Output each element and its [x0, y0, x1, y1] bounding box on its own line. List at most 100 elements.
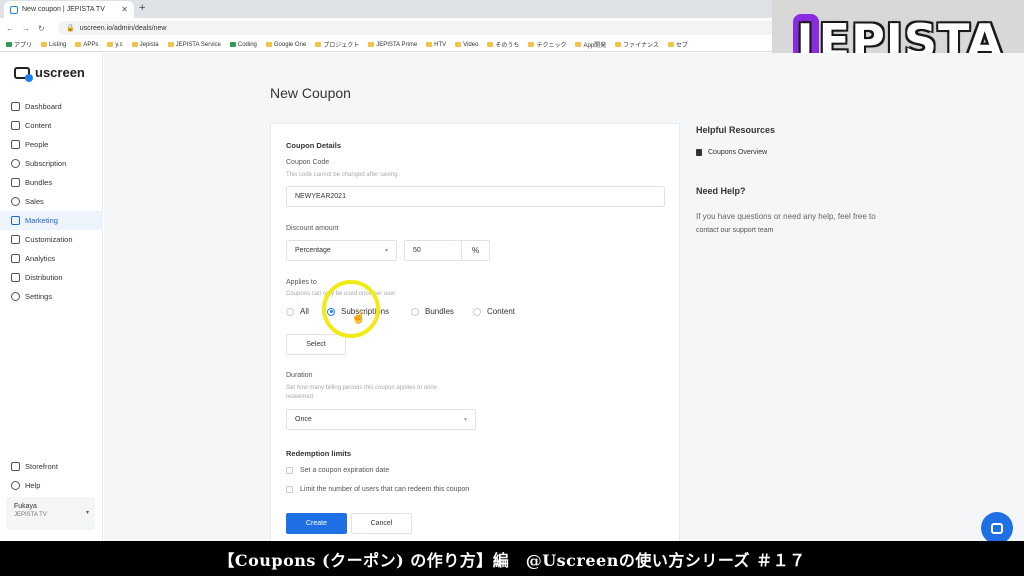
user-name: Fukaya	[14, 503, 37, 510]
new-tab-icon[interactable]: +	[139, 2, 145, 14]
sidebar-item-people[interactable]: People	[0, 135, 103, 154]
sidebar-item-dashboard[interactable]: Dashboard	[0, 97, 103, 116]
bookmark-apps-folder[interactable]: APPs	[75, 42, 98, 48]
sidebar-item-content[interactable]: Content	[0, 116, 103, 135]
sidebar-item-customization[interactable]: Customization	[0, 230, 103, 249]
bookmark-jepista-prime[interactable]: JEPISTA Prime	[368, 42, 417, 48]
folder-icon	[667, 42, 674, 47]
sidebar-item-help[interactable]: Help	[0, 476, 103, 495]
folder-icon	[11, 121, 20, 130]
sidebar-item-distribution[interactable]: Distribution	[0, 268, 103, 287]
chat-icon	[991, 522, 1003, 534]
folder-icon	[528, 42, 535, 47]
bookmark-project[interactable]: プロジェクト	[315, 40, 359, 49]
folder-icon	[455, 42, 462, 47]
folder-icon	[131, 42, 138, 47]
url-field[interactable]: 🔒 uscreen.io/admin/deals/new	[58, 21, 778, 35]
bookmark-technique[interactable]: テクニック	[528, 40, 566, 49]
folder-icon	[615, 42, 622, 47]
account-switcher[interactable]: Fukaya JEPISTA TV ▾	[6, 497, 95, 530]
video-caption: 【Coupons (クーポン) の作り方】編 @Uscreenの使い方シリーズ …	[0, 541, 1024, 576]
folder-icon	[75, 42, 82, 47]
sidebar-item-sales[interactable]: Sales	[0, 192, 103, 211]
coupon-code-input[interactable]: NEWYEAR2021	[286, 186, 665, 207]
coupon-details-title: Coupon Details	[286, 141, 342, 150]
duration-select[interactable]: Once ▾	[286, 409, 476, 430]
folder-icon	[575, 42, 582, 47]
sidebar: uscreen Dashboard Content People Subscri…	[0, 53, 103, 541]
bookmark-finance[interactable]: ファイナンス	[615, 40, 659, 49]
edit-icon	[11, 235, 20, 244]
folder-icon	[107, 42, 114, 47]
bookmark-apps[interactable]: アプリ	[6, 40, 32, 49]
sidebar-item-analytics[interactable]: Analytics	[0, 249, 103, 268]
chevron-down-icon: ▾	[85, 510, 89, 516]
applies-radio-all[interactable]: All	[286, 307, 309, 316]
bookmark-jepista-service[interactable]: JEPISTA Service	[167, 42, 221, 48]
refresh-icon	[11, 159, 20, 168]
bookmark-htv[interactable]: HTV	[426, 42, 446, 48]
tab-title: New coupon | JEPISTA TV	[22, 6, 105, 13]
sidebar-item-marketing[interactable]: Marketing	[0, 211, 103, 230]
sidebar-item-bundles[interactable]: Bundles	[0, 173, 103, 192]
discount-type-select[interactable]: Percentage ▾	[286, 240, 397, 261]
url-text: uscreen.io/admin/deals/new	[79, 24, 167, 32]
select-button[interactable]: Select	[286, 334, 346, 355]
helpful-resources-title: Helpful Resources	[696, 125, 776, 135]
folder-icon	[41, 42, 48, 47]
sidebar-item-subscription[interactable]: Subscription	[0, 154, 103, 173]
radio-button	[473, 307, 481, 316]
browser-tab[interactable]: New coupon | JEPISTA TV ✕	[4, 1, 134, 18]
bookmark-cebu[interactable]: セブ	[667, 40, 688, 49]
screen: New coupon | JEPISTA TV ✕ + ← → ↻ 🔒 uscr…	[0, 0, 1024, 576]
applies-radio-content[interactable]: Content	[473, 307, 515, 316]
bookmark-jepista[interactable]: Jepista	[131, 42, 159, 48]
duration-hint: Set how many billing periods this coupon…	[286, 385, 437, 391]
megaphone-icon	[11, 216, 20, 225]
code-icon	[229, 42, 236, 47]
bookmark-google-one[interactable]: Google One	[265, 42, 306, 48]
bookmark-coding[interactable]: Coding	[229, 42, 257, 48]
sidebar-nav: Dashboard Content People Subscription Bu…	[0, 97, 103, 306]
apps-icon	[6, 42, 12, 47]
bookmark-sonouchi[interactable]: そのうち	[487, 40, 519, 49]
support-link[interactable]: contact our support team	[696, 227, 773, 234]
sidebar-item-storefront[interactable]: Storefront	[0, 457, 103, 476]
bookmark-listing[interactable]: Listing	[41, 42, 66, 48]
folder-icon	[315, 42, 322, 47]
sidebar-bottom-nav: Storefront Help	[0, 457, 103, 495]
discount-value-input[interactable]: 50	[404, 240, 462, 261]
box-icon	[11, 178, 20, 187]
chevron-down-icon: ▾	[463, 417, 467, 423]
bookmark-yc[interactable]: y.c	[107, 42, 123, 48]
checkbox	[286, 486, 293, 493]
reload-icon[interactable]: ↻	[38, 24, 45, 33]
favicon-icon	[10, 5, 18, 14]
coupon-code-label: Coupon Code	[286, 159, 330, 166]
limit-users-checkbox[interactable]: Limit the number of users that can redee…	[286, 486, 469, 493]
close-icon[interactable]: ✕	[121, 5, 128, 14]
create-button[interactable]: Create	[286, 513, 347, 534]
share-icon	[11, 273, 20, 282]
bookmark-video[interactable]: Video	[455, 42, 478, 48]
sidebar-item-settings[interactable]: Settings	[0, 287, 103, 306]
bookmark-app-dev[interactable]: App開発	[575, 40, 606, 49]
coupon-form-card: Coupon Details Coupon Code This code can…	[270, 123, 680, 543]
discount-unit: %	[461, 240, 490, 261]
chat-launcher-button[interactable]	[981, 512, 1013, 544]
duration-hint-2: redeemed.	[286, 394, 315, 400]
click-highlight-ring	[322, 280, 380, 338]
page-title: New Coupon	[270, 85, 351, 101]
coupons-overview-link[interactable]: Coupons Overview	[696, 149, 767, 156]
expiration-date-checkbox[interactable]: Set a coupon expiration date	[286, 467, 389, 474]
applies-radio-bundles[interactable]: Bundles	[411, 307, 454, 316]
folder-icon	[487, 42, 494, 47]
forward-icon[interactable]: →	[22, 24, 30, 33]
redemption-limits-title: Redemption limits	[286, 449, 352, 458]
folder-icon	[265, 42, 272, 47]
radio-button	[411, 307, 419, 316]
cancel-button[interactable]: Cancel	[351, 513, 412, 534]
uscreen-logo[interactable]: uscreen	[14, 65, 85, 82]
applies-to-label: Applies to	[286, 279, 317, 286]
back-icon[interactable]: ←	[6, 24, 14, 33]
